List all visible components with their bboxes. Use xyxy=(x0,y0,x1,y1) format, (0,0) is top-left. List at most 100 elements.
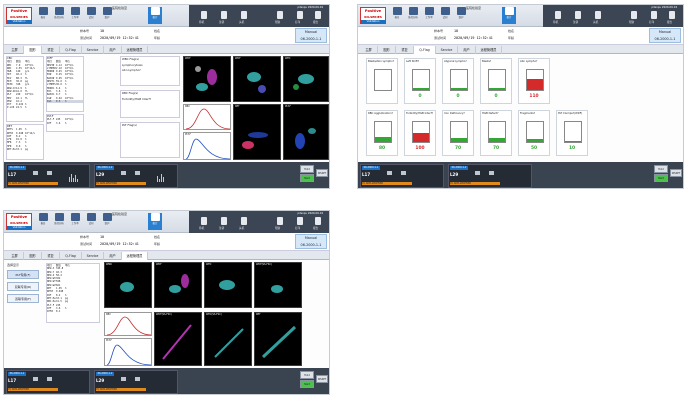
toolbar-worklist-button[interactable]: 工作单 xyxy=(422,7,436,24)
toolbar-worklist-button[interactable]: 工作单 xyxy=(68,7,82,24)
toolbar-qc-button[interactable]: 质控分析 xyxy=(52,7,66,24)
histogram-rbc: RBC xyxy=(183,104,231,130)
qflag-tile[interactable]: Abn Lympho? 110 xyxy=(518,58,550,104)
qflag-tile[interactable]: Turbidity/HGB Interf? 100 xyxy=(404,110,436,156)
print-icon[interactable] xyxy=(297,217,303,225)
power-icon[interactable] xyxy=(241,217,247,225)
qflag-value: 0 xyxy=(456,94,460,99)
tab-remote[interactable]: 远程管理员 xyxy=(122,252,148,260)
toolbar-stats-button[interactable]: 统计 xyxy=(148,213,162,230)
wsset-button[interactable]: WSSET xyxy=(316,169,328,177)
display-dual-r-button[interactable]: 双联专用(R) xyxy=(7,282,39,291)
report-out-icon[interactable] xyxy=(315,11,321,19)
qflag-tile[interactable]: Left Shift? 0 xyxy=(404,58,436,104)
qflag-tile[interactable]: HGB Defect? 70 xyxy=(480,110,512,156)
table-row[interactable]: P-LCR 24.5% xyxy=(7,106,43,109)
toolbar-stats-button[interactable]: 统计 xyxy=(502,7,516,24)
tab-qflag[interactable]: Q-Flag xyxy=(414,46,436,54)
help-icon[interactable] xyxy=(277,217,283,225)
table-row[interactable]: IPF# 8.1 xyxy=(47,310,99,313)
toolbar-report-button[interactable]: 报告 xyxy=(36,213,50,230)
window-title: 医院检验室 xyxy=(466,6,482,10)
help-icon[interactable] xyxy=(277,11,283,19)
worklist-icon xyxy=(70,7,80,15)
tab-repeat[interactable]: 重复 xyxy=(42,252,60,260)
qflag-tile[interactable]: Blasts? 0 xyxy=(480,58,512,104)
print-icon[interactable] xyxy=(651,11,657,19)
tab-user[interactable]: 用户 xyxy=(104,46,122,54)
wsset-button[interactable]: WSSET xyxy=(670,169,682,177)
toolbar-reagent-button[interactable]: 试剂 xyxy=(84,213,98,230)
report-out-icon[interactable] xyxy=(315,217,321,225)
start-button[interactable]: Start xyxy=(300,380,314,388)
tab-qflag[interactable]: Q-Flag xyxy=(60,46,82,54)
tab-main[interactable]: 主屏 xyxy=(360,46,378,54)
tab-graphics[interactable]: 图形 xyxy=(24,46,42,54)
item-value: 0.3 xyxy=(56,99,61,103)
display-plt-f-button[interactable]: PLT专用(F) xyxy=(7,270,39,279)
tab-user[interactable]: 用户 xyxy=(104,252,122,260)
stop-icon[interactable] xyxy=(201,11,207,19)
qflag-tile[interactable]: Fragments? 50 xyxy=(518,110,550,156)
tab-main[interactable]: 主屏 xyxy=(6,46,24,54)
stop-icon[interactable] xyxy=(555,11,561,19)
logout-icon[interactable] xyxy=(221,217,227,225)
toolbar-report-button[interactable]: 报告 xyxy=(390,7,404,24)
tab-service[interactable]: Service xyxy=(82,252,104,260)
toolbar-worklist-button[interactable]: 工作单 xyxy=(68,213,82,230)
status-text: pdsnpu 2020-09-19 xyxy=(651,6,677,9)
hold-button[interactable]: Hold xyxy=(654,165,668,173)
sample-id: 10 xyxy=(100,29,105,33)
help-icon[interactable] xyxy=(631,11,637,19)
tab-graphics[interactable]: 图形 xyxy=(378,46,396,54)
tab-user[interactable]: 用户 xyxy=(458,46,476,54)
scattergram-wnr: WNR xyxy=(104,262,152,308)
start-button[interactable]: Start xyxy=(654,174,668,182)
start-button[interactable]: Start xyxy=(300,174,314,182)
qflag-gauge xyxy=(450,69,468,91)
tab-remote[interactable]: 远程管理员 xyxy=(122,46,148,54)
qflag-tile[interactable]: Blasts/Abn Lympho? xyxy=(366,58,398,104)
toolbar-qc-button[interactable]: 质控分析 xyxy=(406,7,420,24)
display-dual-f-button[interactable]: 双联专用(F) xyxy=(7,294,39,303)
sample-info-row: 样本号 10 测试时间 2020/09/19 12:52:41 姓名 年龄 Ma… xyxy=(358,27,683,45)
hold-button[interactable]: Hold xyxy=(300,371,314,379)
sampler-panel-2: 06-2000-1-2 L29 CV DATA RECEIVED xyxy=(448,164,532,188)
tab-repeat[interactable]: 重复 xyxy=(396,46,414,54)
toolbar-stats-button[interactable]: 统计 xyxy=(148,7,162,24)
power-icon[interactable] xyxy=(241,11,247,19)
tab-repeat[interactable]: 重复 xyxy=(42,46,60,54)
qflag-tile[interactable]: Iron Deficiency? 70 xyxy=(442,110,474,156)
tab-remote[interactable]: 远程管理员 xyxy=(476,46,502,54)
tab-service[interactable]: Service xyxy=(436,46,458,54)
toolbar-reagent-button[interactable]: 试剂 xyxy=(84,7,98,24)
item-value: 8.1 xyxy=(56,310,61,314)
stop-icon[interactable] xyxy=(201,217,207,225)
qflag-gauge-fill xyxy=(451,88,467,90)
logout-icon[interactable] xyxy=(221,11,227,19)
toolbar-report-button[interactable]: 报告 xyxy=(36,7,50,24)
hold-button[interactable]: Hold xyxy=(300,165,314,173)
screen-graphics: Positive XN-SERIES Validation 报告 质控分析 工作… xyxy=(3,4,330,189)
print-icon[interactable] xyxy=(297,11,303,19)
logout-icon[interactable] xyxy=(575,11,581,19)
top-toolbar: Positive XN-SERIES Validation 报告 质控分析 工作… xyxy=(358,5,683,27)
tab-graphics[interactable]: 图形 xyxy=(24,252,42,260)
qflag-tile[interactable]: Atypical Lympho? 0 xyxy=(442,58,474,104)
table-row[interactable]: IPF 3.6% xyxy=(47,122,83,125)
toolbar-qc-button[interactable]: 质控分析 xyxy=(52,213,66,230)
table-row[interactable]: IG% 0.3% xyxy=(47,99,83,104)
qflag-tile[interactable]: RBC Agglutination? 80 xyxy=(366,110,398,156)
qflag-tile[interactable]: PLT Clumps?(WDF) 10 xyxy=(556,110,588,156)
toolbar-reagent-button[interactable]: 试剂 xyxy=(438,7,452,24)
stats-icon xyxy=(150,213,160,221)
tab-service[interactable]: Service xyxy=(82,46,104,54)
item-name: IPF# xyxy=(47,310,53,314)
tab-qflag[interactable]: Q-Flag xyxy=(60,252,82,260)
tab-main[interactable]: 主屏 xyxy=(6,252,24,260)
table-row[interactable]: RET-He33.1 pg xyxy=(7,148,43,151)
wsset-button[interactable]: WSSET xyxy=(316,375,328,383)
report-out-icon[interactable] xyxy=(669,11,675,19)
power-icon[interactable] xyxy=(595,11,601,19)
qflag-value: 80 xyxy=(378,146,386,151)
